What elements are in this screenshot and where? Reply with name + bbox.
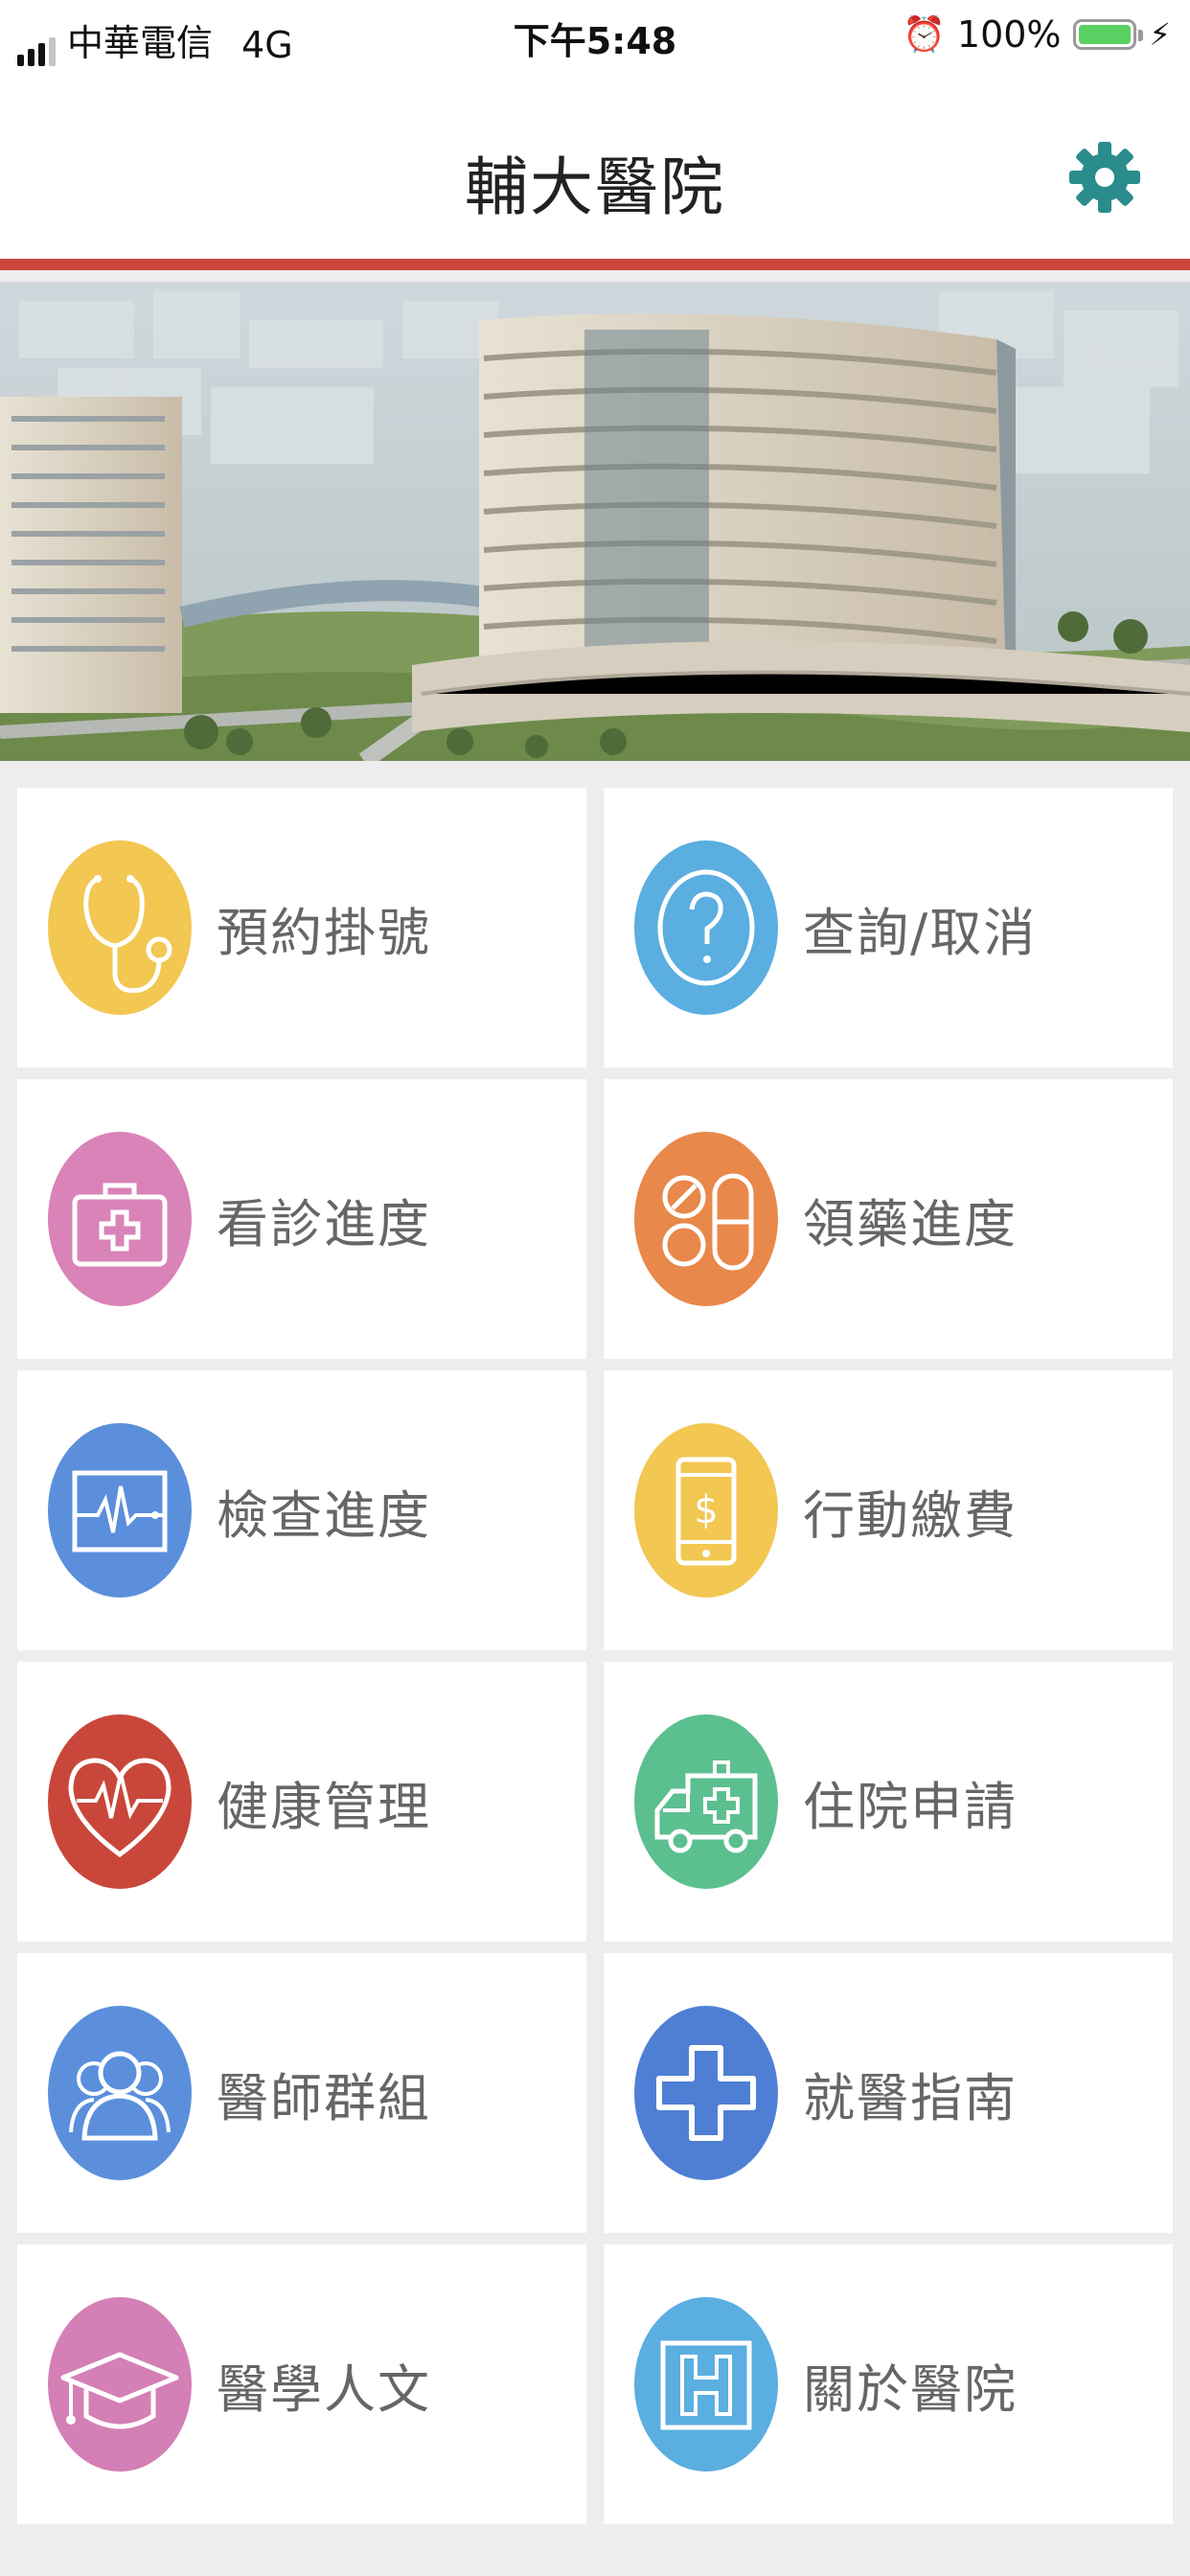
menu-label: 行動繳費 [803,1484,1018,1546]
battery-percent: 100% [956,13,1062,56]
question-icon [634,840,778,1015]
doctor-group-icon [48,2006,192,2180]
navigation-bar: 輔大醫院 [0,73,1190,259]
menu-label: 預約掛號 [217,902,431,963]
gear-icon [1069,142,1140,213]
ekg-monitor-icon [48,1423,192,1598]
stethoscope-icon [48,840,192,1015]
settings-button[interactable] [1067,140,1142,215]
menu-item-consult-progress[interactable]: 看診進度 [17,1079,586,1359]
menu-item-mobile-payment[interactable]: $ 行動繳費 [604,1370,1173,1650]
page-title: 輔大醫院 [465,150,725,224]
menu-item-exam-progress[interactable]: 檢查進度 [17,1370,586,1650]
menu-item-appointment[interactable]: 預約掛號 [17,788,586,1068]
menu-label: 醫學人文 [217,2358,431,2420]
medical-kit-icon [48,1132,192,1306]
menu-item-medication-progress[interactable]: 領藥進度 [604,1079,1173,1359]
menu-item-medical-guide[interactable]: 就醫指南 [604,1953,1173,2233]
menu-label: 查詢/取消 [803,902,1038,963]
menu-item-about-hospital[interactable]: 關於醫院 [604,2244,1173,2524]
menu-label: 檢查進度 [217,1484,431,1546]
menu-item-health-management[interactable]: 健康管理 [17,1662,586,1942]
hospital-banner-image [0,282,1190,761]
header-accent-line [0,259,1190,270]
svg-text:$: $ [694,1488,718,1532]
menu-label: 住院申請 [803,1776,1018,1837]
menu-label: 健康管理 [217,1776,431,1837]
menu-item-medical-humanities[interactable]: 醫學人文 [17,2244,586,2524]
menu-item-query-cancel[interactable]: 查詢/取消 [604,788,1173,1068]
menu-item-admission-application[interactable]: 住院申請 [604,1662,1173,1942]
alarm-icon: ⏰ [903,15,946,55]
menu-label: 看診進度 [217,1193,431,1254]
menu-label: 領藥進度 [803,1193,1018,1254]
menu-item-doctor-group[interactable]: 醫師群組 [17,1953,586,2233]
heart-rate-icon [48,1714,192,1889]
ambulance-icon [634,1714,778,1889]
mobile-payment-icon: $ [634,1423,778,1598]
status-bar: 中華電信 4G 下午5:48 ⏰ 100% ⚡ [0,0,1190,73]
battery-icon [1072,19,1143,50]
graduation-cap-icon [48,2297,192,2472]
menu-label: 就醫指南 [803,2067,1018,2128]
charging-icon: ⚡ [1149,16,1171,53]
medical-cross-icon [634,2006,778,2180]
hospital-h-icon [634,2297,778,2472]
menu-label: 關於醫院 [803,2358,1018,2420]
menu-label: 醫師群組 [217,2067,431,2128]
pills-icon [634,1132,778,1306]
menu-grid: 預約掛號 查詢/取消 看診進度 領藥進度 檢查進度 $ 行動繳費 健康管理 住院… [17,788,1173,2524]
